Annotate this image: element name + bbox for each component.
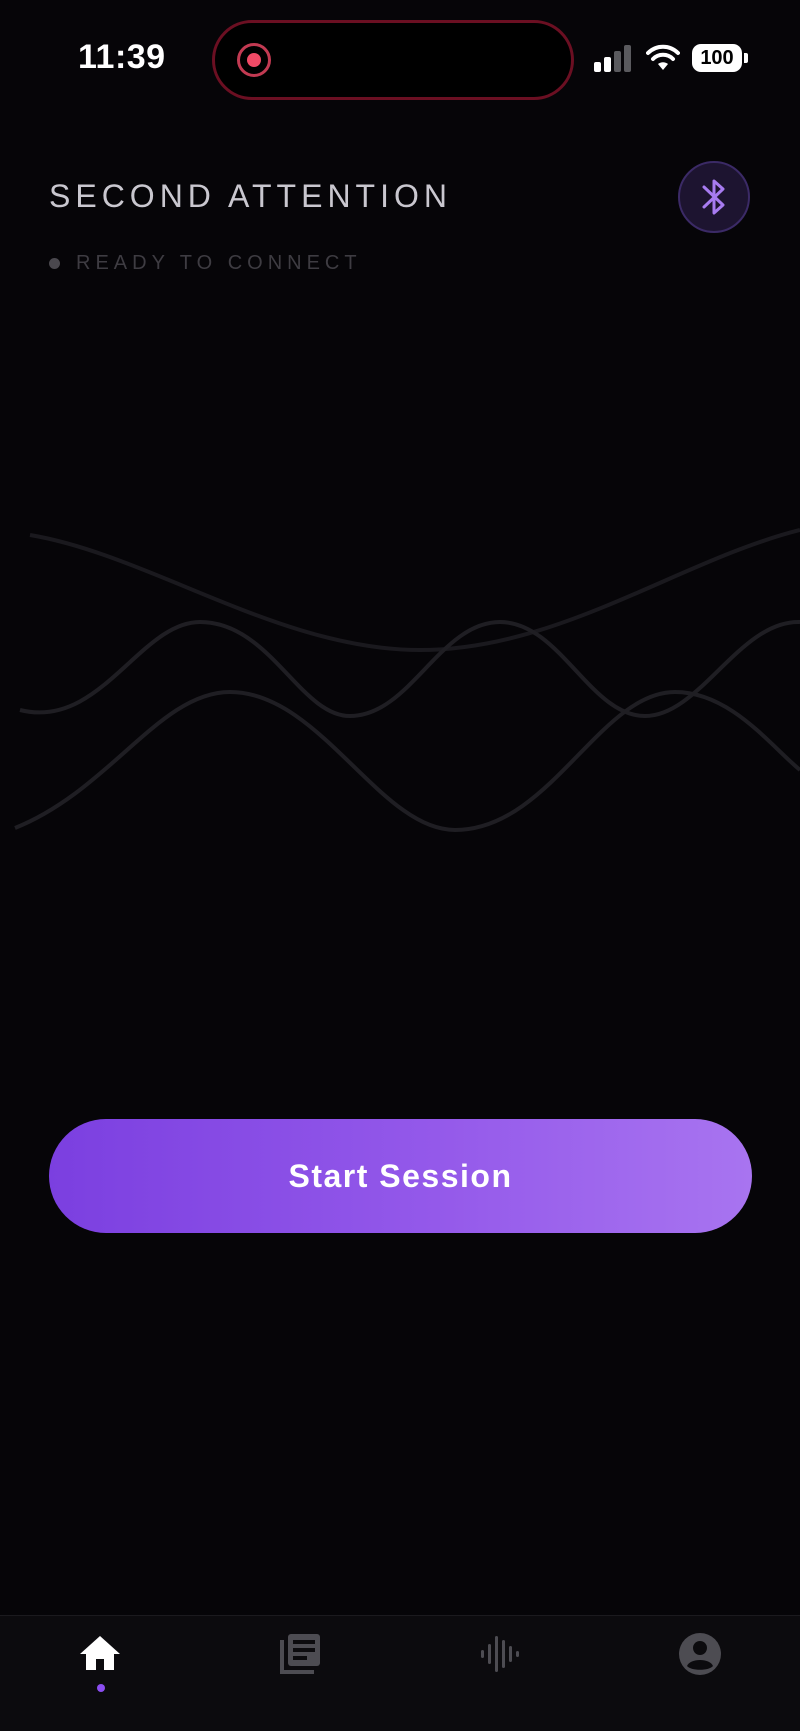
dynamic-island [212,20,574,100]
tab-home[interactable] [0,1616,200,1731]
start-session-button[interactable]: Start Session [49,1119,752,1233]
page-title: SECOND ATTENTION [49,178,452,214]
status-dot [49,258,60,269]
tab-profile[interactable] [600,1616,800,1731]
home-screen: 11:39 100 SECOND ATTENTION READY TO CONN… [0,0,800,1731]
wifi-icon [646,44,680,70]
tab-audio[interactable] [400,1616,600,1731]
wave-line-1 [29,528,800,653]
wave-visualization [14,528,800,833]
battery-level: 100 [692,44,742,72]
connection-status-text: READY TO CONNECT [76,252,362,274]
active-tab-indicator [97,1684,105,1692]
profile-icon [679,1633,721,1675]
bluetooth-icon [702,179,725,215]
status-icons: 100 [594,44,748,72]
connection-status: READY TO CONNECT [49,252,362,275]
battery-icon: 100 [692,44,748,72]
tab-library[interactable] [200,1616,400,1731]
recording-indicator-icon [237,43,271,77]
home-icon [80,1636,120,1670]
status-time: 11:39 [78,38,166,76]
tab-bar [0,1615,800,1731]
bluetooth-button[interactable] [678,161,750,233]
audio-wave-icon [481,1636,519,1672]
wave-line-2 [19,619,800,719]
cellular-signal-icon [594,45,631,72]
wave-line-3 [14,689,800,833]
library-icon [280,1634,320,1674]
